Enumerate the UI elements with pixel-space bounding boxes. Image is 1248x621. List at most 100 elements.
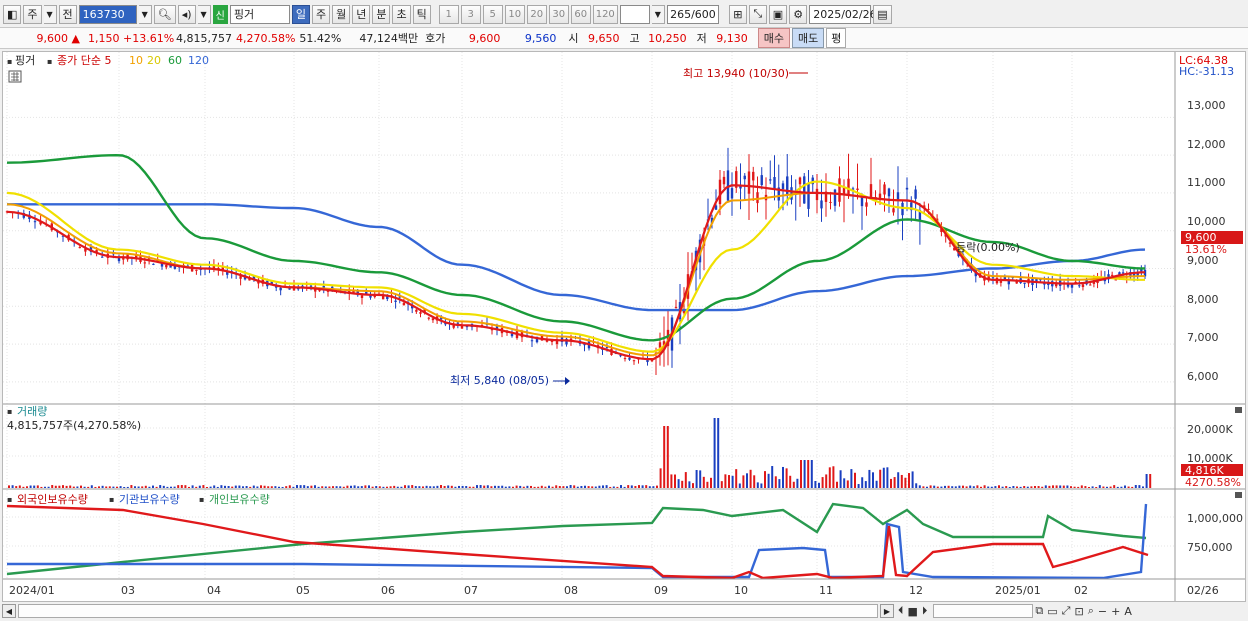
candle-settings-icon[interactable]: ⊞ (728, 4, 747, 24)
volume-bar (342, 486, 345, 488)
rewind-icon[interactable]: ⏴ (898, 604, 904, 618)
volume-bar (386, 486, 388, 488)
calendar-icon[interactable]: ▤ (873, 4, 892, 24)
buy-button[interactable]: 매수 (757, 28, 790, 48)
market-select[interactable]: 주 (23, 4, 42, 24)
candle-body (195, 269, 198, 271)
volume-bar (249, 486, 252, 488)
period-tick[interactable]: 틱 (412, 4, 431, 24)
layout-icon[interactable]: ▭ (1047, 605, 1057, 618)
scroll-right-icon[interactable]: ▶ (880, 604, 894, 618)
panel-close-icon[interactable] (1235, 492, 1242, 498)
low-price: 9,130 (716, 31, 748, 45)
volume-bar (717, 418, 720, 488)
volume-bar (533, 486, 536, 488)
stock-name-field[interactable]: 핑거 (229, 4, 290, 24)
count-input[interactable]: 265/600 (666, 4, 719, 24)
volume-bar (40, 486, 43, 488)
candle-body (892, 208, 895, 213)
zoom-icon[interactable]: ⌕ (1088, 604, 1094, 618)
volume-bar (80, 485, 82, 488)
volume-bar (616, 486, 619, 488)
volume-bar (98, 486, 100, 488)
volume-bar (292, 486, 295, 488)
period-day[interactable]: 일 (291, 4, 310, 24)
volume-bar (321, 486, 324, 488)
speaker-icon[interactable]: ◂) (177, 4, 196, 24)
minute-30[interactable]: 30 (548, 4, 569, 24)
volume-bar (371, 486, 374, 488)
candle-body (239, 276, 242, 279)
volume-bar (742, 475, 745, 488)
candle-body (152, 263, 155, 265)
volume-bar (101, 485, 104, 488)
volume-bar (447, 485, 450, 488)
candle-body (658, 342, 662, 348)
zoom-track[interactable] (933, 604, 1034, 618)
minute-5[interactable]: 5 (482, 4, 503, 24)
date-input[interactable]: 2025/02/26 (809, 4, 877, 24)
volume-bar (584, 485, 586, 488)
candle-body (427, 317, 430, 319)
volume-bar (119, 486, 122, 488)
volume-bar (825, 474, 828, 488)
scroll-left-icon[interactable]: ◀ (2, 604, 16, 618)
panel-toggle-icon[interactable]: ◧ (3, 4, 22, 24)
drawing-tool-icon[interactable]: ⤡ (748, 4, 767, 24)
period-year[interactable]: 년 (352, 4, 371, 24)
chart-area[interactable]: ▪ 핑거 ▪ 종가 단순 5 10 20 60 120 LC:64.38 HC:… (2, 51, 1246, 602)
minute-20[interactable]: 20 (526, 4, 547, 24)
prev-button[interactable]: 전 (58, 4, 77, 24)
stop-icon[interactable]: ■ (908, 605, 918, 618)
individual-holding-legend: 개인보유수량 (209, 493, 270, 506)
volume-bar (519, 485, 522, 488)
minute-1[interactable]: 1 (438, 4, 459, 24)
volume-bar (152, 485, 154, 488)
volume-bar (1138, 485, 1141, 488)
eval-button[interactable]: 평 (826, 28, 847, 48)
minute-3[interactable]: 3 (460, 4, 481, 24)
speaker-dropdown-icon[interactable]: ▼ (197, 4, 211, 24)
volume-bar (987, 486, 990, 488)
gear-icon[interactable]: ⚙ (789, 4, 808, 24)
stock-code-input[interactable]: 163730 (78, 4, 137, 24)
candle-body (752, 171, 755, 181)
x-axis-label: 2024/01 (9, 584, 55, 597)
volume-bar (396, 486, 399, 488)
sell-button[interactable]: 매도 (791, 28, 825, 48)
period-second[interactable]: 초 (392, 4, 411, 24)
period-minute[interactable]: 분 (372, 4, 391, 24)
x-axis-label: 11 (819, 584, 833, 597)
lock-icon[interactable]: ⊡ (1074, 605, 1083, 618)
search-icon[interactable]: 🔍︎ (153, 4, 176, 24)
period-month[interactable]: 월 (332, 4, 351, 24)
minute-120[interactable]: 120 (592, 4, 618, 24)
save-icon[interactable]: ▣ (768, 4, 788, 24)
volume-bar (15, 486, 18, 488)
zoom-out-icon[interactable]: − (1098, 605, 1107, 618)
volume-bar (612, 486, 615, 488)
forward-icon[interactable]: ⏵ (922, 604, 928, 618)
price-change: 1,150 +13.61% (88, 31, 175, 45)
minute-dropdown-icon[interactable]: ▼ (651, 4, 665, 24)
legend-menu-icon[interactable]: ▪ (47, 57, 52, 66)
copy-icon[interactable]: ⧉ (1035, 604, 1043, 618)
minute-custom-input[interactable] (619, 4, 650, 24)
minute-60[interactable]: 60 (570, 4, 591, 24)
draw-tool-icon[interactable]: ⤢ (1062, 604, 1071, 618)
candle-body (781, 183, 785, 190)
candle-body (402, 302, 406, 306)
volume-bar (18, 485, 21, 488)
minute-10[interactable]: 10 (504, 4, 525, 24)
zoom-in-icon[interactable]: + (1111, 605, 1120, 618)
font-size-icon[interactable]: A (1124, 605, 1132, 618)
volume-bar (558, 486, 561, 488)
period-week[interactable]: 주 (311, 4, 331, 24)
volume-bar (411, 485, 414, 488)
scroll-track[interactable] (18, 604, 878, 618)
current-pct-tag: 13.61% (1185, 243, 1227, 256)
code-dropdown-icon[interactable]: ▼ (138, 4, 152, 24)
panel-close-icon[interactable] (1235, 407, 1242, 413)
market-dropdown-icon[interactable]: ▼ (43, 4, 57, 24)
panel-menu-icon[interactable]: ▪ (7, 57, 12, 66)
